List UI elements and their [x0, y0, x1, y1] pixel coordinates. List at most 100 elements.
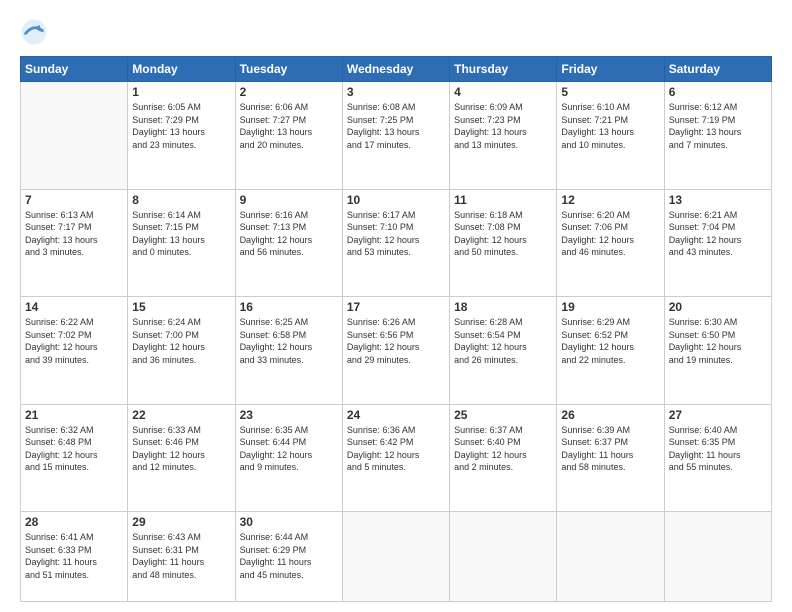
day-info: Sunrise: 6:28 AM Sunset: 6:54 PM Dayligh… [454, 316, 552, 366]
day-info: Sunrise: 6:14 AM Sunset: 7:15 PM Dayligh… [132, 209, 230, 259]
day-number: 24 [347, 408, 445, 422]
calendar-cell: 14Sunrise: 6:22 AM Sunset: 7:02 PM Dayli… [21, 297, 128, 405]
calendar-cell: 21 Sunrise: 6:32 AM Sunset: 6:48 PM Dayli… [21, 404, 128, 512]
calendar-cell: 11 Sunrise: 6:18 AM Sunset: 7:08 PM Dayli… [450, 189, 557, 297]
calendar-cell: 16 Sunrise: 6:25 AM Sunset: 6:58 PM Dayli… [235, 297, 342, 405]
calendar-cell: 20Sunrise: 6:30 AM Sunset: 6:50 PM Dayli… [664, 297, 771, 405]
calendar-cell: 12Sunrise: 6:20 AM Sunset: 7:06 PM Dayli… [557, 189, 664, 297]
day-number: 19 [561, 300, 659, 314]
day-info: Sunrise: 6:37 AM Sunset: 6:40 PM Dayligh… [454, 424, 552, 474]
day-info: Sunrise: 6:41 AM Sunset: 6:33 PM Dayligh… [25, 531, 123, 581]
calendar-cell: 26 Sunrise: 6:39 AM Sunset: 6:37 PM Dayli… [557, 404, 664, 512]
day-number: 4 [454, 85, 552, 99]
day-number: 26 [561, 408, 659, 422]
day-number: 29 [132, 515, 230, 529]
day-info: Sunrise: 6:24 AM Sunset: 7:00 PM Dayligh… [132, 316, 230, 366]
day-info: Sunrise: 6:32 AM Sunset: 6:48 PM Dayligh… [25, 424, 123, 474]
calendar-cell: 2 Sunrise: 6:06 AM Sunset: 7:27 PM Daylig… [235, 82, 342, 190]
calendar-cell: 8 Sunrise: 6:14 AM Sunset: 7:15 PM Daylig… [128, 189, 235, 297]
calendar-cell: 30 Sunrise: 6:44 AM Sunset: 6:29 PM Dayli… [235, 512, 342, 602]
calendar-cell [557, 512, 664, 602]
calendar-week-row: 14Sunrise: 6:22 AM Sunset: 7:02 PM Dayli… [21, 297, 772, 405]
day-number: 1 [132, 85, 230, 99]
day-info: Sunrise: 6:17 AM Sunset: 7:10 PM Dayligh… [347, 209, 445, 259]
day-info: Sunrise: 6:05 AM Sunset: 7:29 PM Dayligh… [132, 101, 230, 151]
day-info: Sunrise: 6:39 AM Sunset: 6:37 PM Dayligh… [561, 424, 659, 474]
calendar-cell: 28 Sunrise: 6:41 AM Sunset: 6:33 PM Dayli… [21, 512, 128, 602]
day-number: 9 [240, 193, 338, 207]
calendar-cell: 1 Sunrise: 6:05 AM Sunset: 7:29 PM Daylig… [128, 82, 235, 190]
day-number: 20 [669, 300, 767, 314]
day-number: 2 [240, 85, 338, 99]
day-info: Sunrise: 6:26 AM Sunset: 6:56 PM Dayligh… [347, 316, 445, 366]
day-number: 18 [454, 300, 552, 314]
calendar-cell: 18 Sunrise: 6:28 AM Sunset: 6:54 PM Dayli… [450, 297, 557, 405]
day-info: Sunrise: 6:10 AM Sunset: 7:21 PM Dayligh… [561, 101, 659, 151]
calendar-cell [342, 512, 449, 602]
day-number: 3 [347, 85, 445, 99]
calendar-cell [450, 512, 557, 602]
day-info: Sunrise: 6:13 AM Sunset: 7:17 PM Dayligh… [25, 209, 123, 259]
day-number: 28 [25, 515, 123, 529]
day-number: 13 [669, 193, 767, 207]
calendar-cell: 17Sunrise: 6:26 AM Sunset: 6:56 PM Dayli… [342, 297, 449, 405]
calendar-week-row: 28 Sunrise: 6:41 AM Sunset: 6:33 PM Dayli… [21, 512, 772, 602]
day-number: 11 [454, 193, 552, 207]
calendar-cell: 24 Sunrise: 6:36 AM Sunset: 6:42 PM Dayli… [342, 404, 449, 512]
calendar-cell: 13 Sunrise: 6:21 AM Sunset: 7:04 PM Dayli… [664, 189, 771, 297]
page: SundayMondayTuesdayWednesdayThursdayFrid… [0, 0, 792, 612]
calendar-table: SundayMondayTuesdayWednesdayThursdayFrid… [20, 56, 772, 602]
calendar-day-header: Thursday [450, 57, 557, 82]
day-number: 16 [240, 300, 338, 314]
day-info: Sunrise: 6:43 AM Sunset: 6:31 PM Dayligh… [132, 531, 230, 581]
calendar-cell: 23 Sunrise: 6:35 AM Sunset: 6:44 PM Dayli… [235, 404, 342, 512]
day-info: Sunrise: 6:20 AM Sunset: 7:06 PM Dayligh… [561, 209, 659, 259]
day-number: 25 [454, 408, 552, 422]
calendar-day-header: Friday [557, 57, 664, 82]
calendar-cell: 22 Sunrise: 6:33 AM Sunset: 6:46 PM Dayli… [128, 404, 235, 512]
logo [20, 18, 52, 46]
calendar-cell: 7 Sunrise: 6:13 AM Sunset: 7:17 PM Daylig… [21, 189, 128, 297]
day-info: Sunrise: 6:18 AM Sunset: 7:08 PM Dayligh… [454, 209, 552, 259]
day-number: 7 [25, 193, 123, 207]
calendar-cell: 29 Sunrise: 6:43 AM Sunset: 6:31 PM Dayli… [128, 512, 235, 602]
calendar-day-header: Wednesday [342, 57, 449, 82]
day-info: Sunrise: 6:36 AM Sunset: 6:42 PM Dayligh… [347, 424, 445, 474]
calendar-day-header: Sunday [21, 57, 128, 82]
day-info: Sunrise: 6:44 AM Sunset: 6:29 PM Dayligh… [240, 531, 338, 581]
day-number: 6 [669, 85, 767, 99]
day-info: Sunrise: 6:12 AM Sunset: 7:19 PM Dayligh… [669, 101, 767, 151]
header [20, 18, 772, 46]
day-number: 22 [132, 408, 230, 422]
calendar-day-header: Monday [128, 57, 235, 82]
calendar-week-row: 7 Sunrise: 6:13 AM Sunset: 7:17 PM Daylig… [21, 189, 772, 297]
calendar-cell: 9Sunrise: 6:16 AM Sunset: 7:13 PM Daylig… [235, 189, 342, 297]
day-number: 21 [25, 408, 123, 422]
calendar-header-row: SundayMondayTuesdayWednesdayThursdayFrid… [21, 57, 772, 82]
day-info: Sunrise: 6:35 AM Sunset: 6:44 PM Dayligh… [240, 424, 338, 474]
day-info: Sunrise: 6:33 AM Sunset: 6:46 PM Dayligh… [132, 424, 230, 474]
day-number: 14 [25, 300, 123, 314]
calendar-cell: 27Sunrise: 6:40 AM Sunset: 6:35 PM Dayli… [664, 404, 771, 512]
calendar-cell: 10 Sunrise: 6:17 AM Sunset: 7:10 PM Dayli… [342, 189, 449, 297]
calendar-week-row: 1 Sunrise: 6:05 AM Sunset: 7:29 PM Daylig… [21, 82, 772, 190]
day-number: 23 [240, 408, 338, 422]
logo-icon [20, 18, 48, 46]
day-number: 10 [347, 193, 445, 207]
calendar-week-row: 21 Sunrise: 6:32 AM Sunset: 6:48 PM Dayli… [21, 404, 772, 512]
day-info: Sunrise: 6:21 AM Sunset: 7:04 PM Dayligh… [669, 209, 767, 259]
calendar-day-header: Saturday [664, 57, 771, 82]
calendar-cell: 3Sunrise: 6:08 AM Sunset: 7:25 PM Daylig… [342, 82, 449, 190]
day-info: Sunrise: 6:09 AM Sunset: 7:23 PM Dayligh… [454, 101, 552, 151]
day-number: 30 [240, 515, 338, 529]
calendar-cell: 6 Sunrise: 6:12 AM Sunset: 7:19 PM Daylig… [664, 82, 771, 190]
calendar-cell: 19Sunrise: 6:29 AM Sunset: 6:52 PM Dayli… [557, 297, 664, 405]
calendar-cell: 25 Sunrise: 6:37 AM Sunset: 6:40 PM Dayli… [450, 404, 557, 512]
day-info: Sunrise: 6:25 AM Sunset: 6:58 PM Dayligh… [240, 316, 338, 366]
day-number: 15 [132, 300, 230, 314]
calendar-cell [21, 82, 128, 190]
calendar-cell [664, 512, 771, 602]
day-number: 8 [132, 193, 230, 207]
calendar-day-header: Tuesday [235, 57, 342, 82]
day-info: Sunrise: 6:06 AM Sunset: 7:27 PM Dayligh… [240, 101, 338, 151]
